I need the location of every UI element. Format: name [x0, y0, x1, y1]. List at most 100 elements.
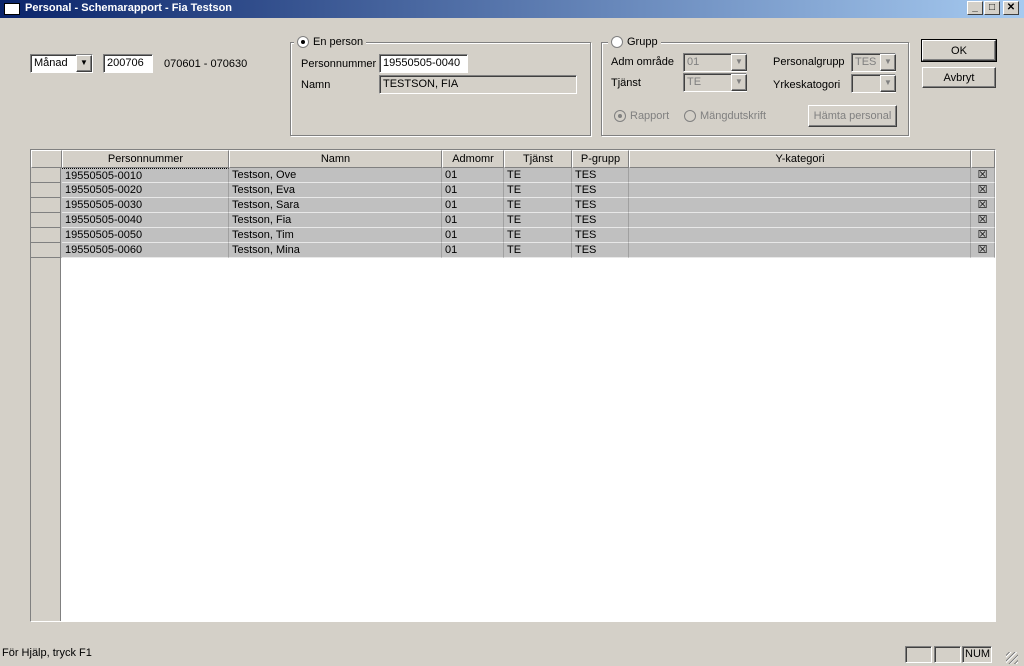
col-header-tjanst[interactable]: Tjänst — [504, 150, 572, 168]
col-header-pgrupp[interactable]: P-grupp — [572, 150, 629, 168]
table-row[interactable]: 19550505-0020 Testson, Eva 01 TE TES ☒ — [31, 183, 995, 198]
maximize-button[interactable]: □ — [984, 1, 1000, 15]
cell-ykategori[interactable] — [629, 198, 971, 213]
resize-grip-icon[interactable] — [1006, 652, 1018, 664]
cell-personnummer[interactable]: 19550505-0050 — [62, 228, 229, 243]
row-selector[interactable] — [31, 183, 61, 198]
cell-tjanst[interactable]: TE — [504, 228, 572, 243]
row-mark-checkbox[interactable]: ☒ — [971, 213, 995, 228]
cell-tjanst[interactable]: TE — [504, 243, 572, 258]
cell-namn[interactable]: Testson, Tim — [229, 228, 442, 243]
namn-label: Namn — [301, 79, 331, 91]
table-row[interactable]: 19550505-0010 Testson, Ove 01 TE TES ☒ — [31, 168, 995, 183]
col-header-namn[interactable]: Namn — [229, 150, 442, 168]
cell-namn[interactable]: Testson, Sara — [229, 198, 442, 213]
cell-ykategori[interactable] — [629, 243, 971, 258]
period-type-value: Månad — [34, 57, 68, 69]
cell-ykategori[interactable] — [629, 183, 971, 198]
rapport-radio-indicator[interactable] — [614, 110, 626, 122]
personnel-table[interactable]: Personnummer Namn Admomr Tjänst P-grupp … — [30, 149, 996, 622]
cell-ykategori[interactable] — [629, 168, 971, 183]
cell-tjanst[interactable]: TE — [504, 213, 572, 228]
table-row[interactable]: 19550505-0060 Testson, Mina 01 TE TES ☒ — [31, 243, 995, 258]
corner-header[interactable] — [31, 150, 62, 168]
row-selector[interactable] — [31, 168, 61, 183]
cell-pgrupp[interactable]: TES — [572, 168, 629, 183]
row-mark-checkbox[interactable]: ☒ — [971, 183, 995, 198]
chevron-down-icon: ▼ — [884, 78, 892, 87]
period-type-dropdown-button[interactable]: ▼ — [76, 55, 92, 72]
cell-pgrupp[interactable]: TES — [572, 198, 629, 213]
grupp-radio-indicator[interactable] — [611, 36, 623, 48]
cell-namn[interactable]: Testson, Fia — [229, 213, 442, 228]
col-header-personnummer[interactable]: Personnummer — [62, 150, 229, 168]
cell-tjanst[interactable]: TE — [504, 183, 572, 198]
adm-omrade-dropdown-button[interactable]: ▼ — [731, 54, 747, 71]
cell-tjanst[interactable]: TE — [504, 168, 572, 183]
mangdutskrift-label: Mängdutskrift — [700, 110, 767, 122]
row-selector[interactable] — [31, 243, 61, 258]
row-mark-checkbox[interactable]: ☒ — [971, 228, 995, 243]
cell-personnummer[interactable]: 19550505-0040 — [62, 213, 229, 228]
cell-pgrupp[interactable]: TES — [572, 183, 629, 198]
cell-namn[interactable]: Testson, Eva — [229, 183, 442, 198]
table-row[interactable]: 19550505-0040 Testson, Fia 01 TE TES ☒ — [31, 213, 995, 228]
window-title: Personal - Schemarapport - Fia Testson — [25, 2, 233, 14]
personnummer-input[interactable]: 19550505-0040 — [379, 54, 468, 73]
row-mark-checkbox[interactable]: ☒ — [971, 198, 995, 213]
mangdutskrift-radio[interactable]: Mängdutskrift — [684, 110, 766, 122]
row-selector[interactable] — [31, 228, 61, 243]
avbryt-button[interactable]: Avbryt — [922, 67, 996, 88]
ok-button[interactable]: OK — [921, 39, 997, 62]
row-selector[interactable] — [31, 198, 61, 213]
rapport-radio[interactable]: Rapport — [614, 110, 669, 122]
cell-namn[interactable]: Testson, Mina — [229, 243, 442, 258]
cell-admomr[interactable]: 01 — [442, 243, 504, 258]
cell-pgrupp[interactable]: TES — [572, 228, 629, 243]
period-value-input[interactable]: 200706 — [103, 54, 153, 73]
cell-pgrupp[interactable]: TES — [572, 213, 629, 228]
cell-admomr[interactable]: 01 — [442, 168, 504, 183]
mangdutskrift-radio-indicator[interactable] — [684, 110, 696, 122]
grupp-label: Grupp — [627, 36, 658, 48]
tjanst-dropdown-button[interactable]: ▼ — [731, 74, 747, 91]
row-mark-checkbox[interactable]: ☒ — [971, 243, 995, 258]
chevron-down-icon: ▼ — [884, 57, 892, 66]
hamta-personal-button[interactable]: Hämta personal — [808, 105, 897, 127]
cell-namn[interactable]: Testson, Ove — [229, 168, 442, 183]
col-header-admomr[interactable]: Admomr — [442, 150, 504, 168]
cell-admomr[interactable]: 01 — [442, 183, 504, 198]
cell-ykategori[interactable] — [629, 213, 971, 228]
cell-personnummer[interactable]: 19550505-0010 — [62, 168, 229, 183]
personalgrupp-dropdown-button[interactable]: ▼ — [880, 54, 896, 71]
rapport-label: Rapport — [630, 110, 670, 122]
cell-tjanst[interactable]: TE — [504, 198, 572, 213]
en-person-label: En person — [313, 36, 364, 48]
chevron-down-icon: ▼ — [735, 57, 743, 66]
cell-admomr[interactable]: 01 — [442, 213, 504, 228]
status-panel-2 — [934, 646, 961, 663]
title-bar[interactable]: Personal - Schemarapport - Fia Testson _… — [0, 0, 1024, 18]
row-mark-checkbox[interactable]: ☒ — [971, 168, 995, 183]
cell-personnummer[interactable]: 19550505-0060 — [62, 243, 229, 258]
col-header-ykategori[interactable]: Y-kategori — [629, 150, 971, 168]
row-selector[interactable] — [31, 213, 61, 228]
table-row[interactable]: 19550505-0050 Testson, Tim 01 TE TES ☒ — [31, 228, 995, 243]
status-help-text: För Hjälp, tryck F1 — [2, 647, 92, 659]
grupp-radio[interactable]: Grupp — [608, 36, 661, 48]
cell-admomr[interactable]: 01 — [442, 198, 504, 213]
chevron-down-icon: ▼ — [735, 77, 743, 86]
close-button[interactable]: ✕ — [1003, 1, 1019, 15]
cell-personnummer[interactable]: 19550505-0020 — [62, 183, 229, 198]
cell-ykategori[interactable] — [629, 228, 971, 243]
en-person-radio[interactable]: En person — [294, 36, 367, 48]
cell-personnummer[interactable]: 19550505-0030 — [62, 198, 229, 213]
cell-admomr[interactable]: 01 — [442, 228, 504, 243]
en-person-radio-indicator[interactable] — [297, 36, 309, 48]
table-row[interactable]: 19550505-0030 Testson, Sara 01 TE TES ☒ — [31, 198, 995, 213]
minimize-button[interactable]: _ — [967, 1, 983, 15]
cell-pgrupp[interactable]: TES — [572, 243, 629, 258]
col-header-mark[interactable] — [971, 150, 995, 168]
yrkeskategori-dropdown-button[interactable]: ▼ — [880, 75, 896, 92]
chevron-down-icon: ▼ — [80, 58, 88, 67]
